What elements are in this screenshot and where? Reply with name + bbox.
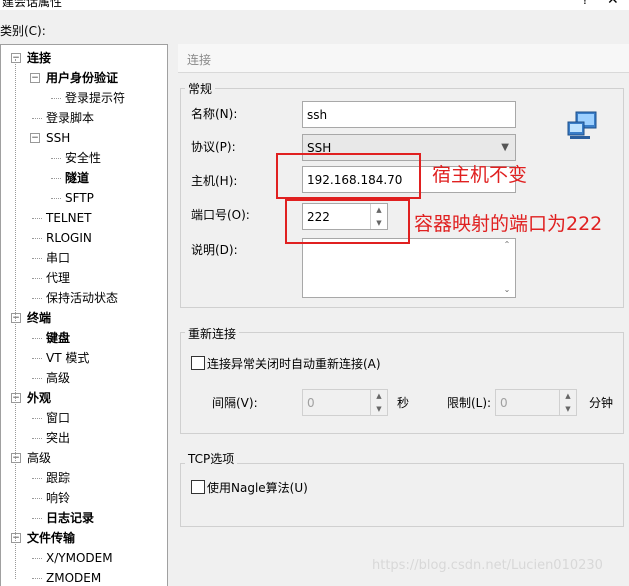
tree-connector [32, 378, 42, 379]
category-label: 类别(C): [0, 24, 46, 38]
watermark: https://blog.csdn.net/Lucien010230 [372, 558, 603, 573]
auto-reconnect-label: 连接异常关闭时自动重新连接(A) [207, 357, 381, 371]
limit-value: 0 [500, 396, 508, 410]
tree-connector [32, 258, 42, 259]
category-tree[interactable]: 连接 − 用户身份验证 − 登录提示符 登录脚本 SSH − 安全性 隧道 SFTP TELNET RL… [0, 44, 168, 586]
description-textarea[interactable]: ⌃ ⌄ [302, 238, 516, 298]
tree-item[interactable]: 安全性 [65, 149, 101, 167]
tree-connector [51, 98, 61, 99]
tcp-group-title: TCP选项 [185, 450, 238, 467]
limit-input[interactable]: 0 ▲ ▼ [495, 389, 577, 416]
spin-up-icon[interactable]: ▲ [371, 390, 387, 403]
collapse-toggle-icon[interactable]: − [30, 133, 40, 143]
tree-connector [32, 358, 42, 359]
reconnect-group-title: 重新连接 [185, 325, 240, 342]
tree-item[interactable]: 隧道 [65, 169, 89, 187]
tree-item[interactable]: 键盘 [46, 329, 70, 347]
tree-connector [32, 578, 42, 579]
nagle-checkbox[interactable] [191, 480, 205, 494]
tree-item[interactable]: 响铃 [46, 489, 70, 507]
scroll-down-icon[interactable]: ⌄ [499, 268, 515, 297]
help-button[interactable]: ? [582, 0, 588, 7]
interval-label: 间隔(V): [212, 396, 258, 410]
tree-item[interactable]: 外观 [27, 389, 51, 407]
collapse-toggle-icon[interactable]: − [11, 53, 21, 63]
tree-item[interactable]: 文件传输 [27, 529, 75, 547]
port-label: 端口号(O): [191, 208, 250, 222]
general-group-title: 常规 [185, 80, 216, 97]
port-annotation: 容器映射的端口为222 [414, 213, 603, 235]
tree-item[interactable]: 串口 [46, 249, 70, 267]
tree-item[interactable]: 跟踪 [46, 469, 70, 487]
tree-item[interactable]: 登录提示符 [65, 89, 125, 107]
tree-item[interactable]: 日志记录 [46, 509, 94, 527]
tree-item[interactable]: 高级 [27, 449, 51, 467]
collapse-toggle-icon[interactable]: − [11, 393, 21, 403]
tree-item[interactable]: 窗口 [46, 409, 70, 427]
spin-down-icon[interactable]: ▼ [371, 403, 387, 416]
tree-connector [51, 178, 61, 179]
tree-item[interactable]: 突出 [46, 429, 70, 447]
auto-reconnect-checkbox[interactable] [191, 356, 205, 370]
interval-value: 0 [307, 396, 315, 410]
tree-item[interactable]: 终端 [27, 309, 51, 327]
tree-item[interactable]: 高级 [46, 369, 70, 387]
protocol-label: 协议(P): [191, 140, 236, 154]
section-header: 连接 [178, 44, 629, 73]
tree-connector [32, 298, 42, 299]
description-label: 说明(D): [191, 243, 238, 257]
tree-item[interactable]: 用户身份验证 [46, 69, 118, 87]
close-button[interactable]: ✕ [607, 0, 619, 8]
tree-item[interactable]: 保持活动状态 [46, 289, 118, 307]
interval-input[interactable]: 0 ▲ ▼ [302, 389, 388, 416]
tree-connector [32, 338, 42, 339]
tree-connector [32, 518, 42, 519]
nagle-label: 使用Nagle算法(U) [207, 481, 308, 495]
tree-connector [32, 218, 42, 219]
tree-item[interactable]: 登录脚本 [46, 109, 94, 127]
port-highlight-box [285, 199, 410, 244]
tree-connector [32, 498, 42, 499]
limit-label: 限制(L): [447, 396, 492, 410]
host-highlight-box [276, 153, 421, 199]
tree-connector [15, 59, 16, 579]
tree-connector [32, 418, 42, 419]
tree-connector [32, 478, 42, 479]
tree-connector [32, 278, 42, 279]
collapse-toggle-icon[interactable]: − [11, 533, 21, 543]
name-label: 名称(N): [191, 107, 238, 121]
interval-unit: 秒 [397, 396, 410, 410]
limit-unit: 分钟 [589, 396, 614, 410]
tree-item[interactable]: 连接 [27, 49, 51, 67]
tree-connector [51, 158, 61, 159]
tree-item[interactable]: RLOGIN [46, 229, 92, 247]
collapse-toggle-icon[interactable]: − [11, 313, 21, 323]
tree-connector [32, 238, 42, 239]
tree-item[interactable]: TELNET [46, 209, 92, 227]
tree-connector [32, 558, 42, 559]
window-title: 建会话属性 [2, 0, 63, 9]
tree-item[interactable]: SFTP [65, 189, 94, 207]
host-annotation: 宿主机不变 [432, 164, 528, 186]
spin-down-icon[interactable]: ▼ [560, 403, 576, 416]
tree-connector [51, 198, 61, 199]
scroll-up-icon[interactable]: ⌃ [499, 239, 515, 268]
title-bar: 建会话属性 ? ✕ [0, 0, 629, 10]
collapse-toggle-icon[interactable]: − [30, 73, 40, 83]
tree-connector [32, 438, 42, 439]
spin-up-icon[interactable]: ▲ [560, 390, 576, 403]
name-input[interactable]: ssh [302, 101, 516, 128]
section-title: 连接 [187, 53, 212, 67]
tree-item[interactable]: X/YMODEM [46, 549, 113, 567]
tree-connector [32, 118, 42, 119]
tree-item[interactable]: SSH [46, 129, 70, 147]
tree-item[interactable]: 代理 [46, 269, 70, 287]
collapse-toggle-icon[interactable]: − [11, 453, 21, 463]
tree-item[interactable]: VT 模式 [46, 349, 89, 367]
host-label: 主机(H): [191, 174, 238, 188]
tree-item[interactable]: ZMODEM [46, 569, 101, 586]
network-computer-icon [567, 111, 597, 139]
chevron-down-icon: ▼ [501, 142, 509, 153]
reconnect-group [180, 332, 624, 434]
